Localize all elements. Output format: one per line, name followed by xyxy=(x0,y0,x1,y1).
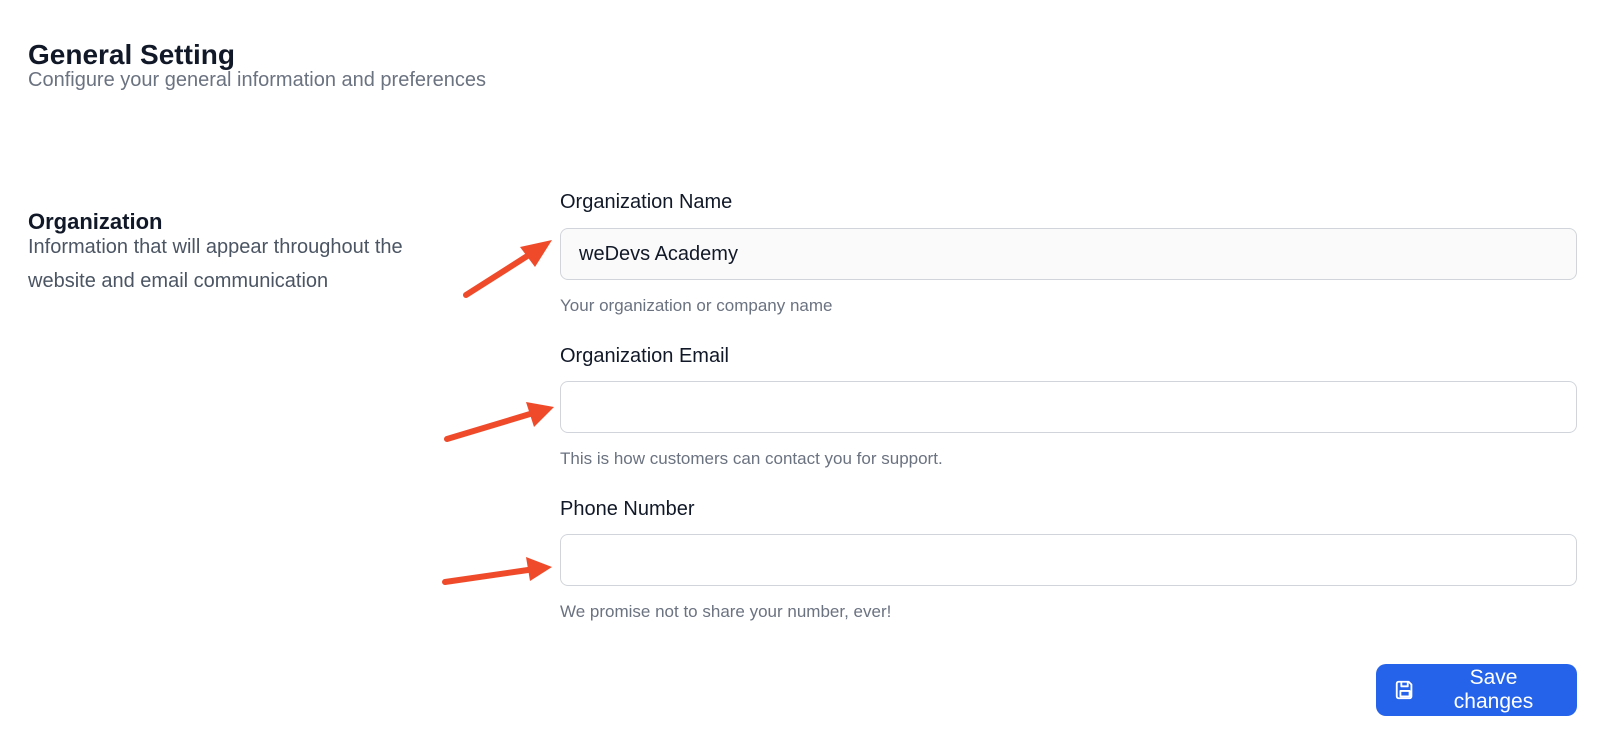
save-button[interactable]: Save changes xyxy=(1376,664,1577,716)
annotation-arrows xyxy=(442,240,554,585)
save-button-label: Save changes xyxy=(1453,666,1534,713)
annotation-arrow-phone-number xyxy=(442,557,552,585)
floppy-disk-icon xyxy=(1394,679,1416,701)
annotation-arrow-organization-email xyxy=(444,402,554,442)
annotation-arrow-organization-name xyxy=(463,240,552,298)
